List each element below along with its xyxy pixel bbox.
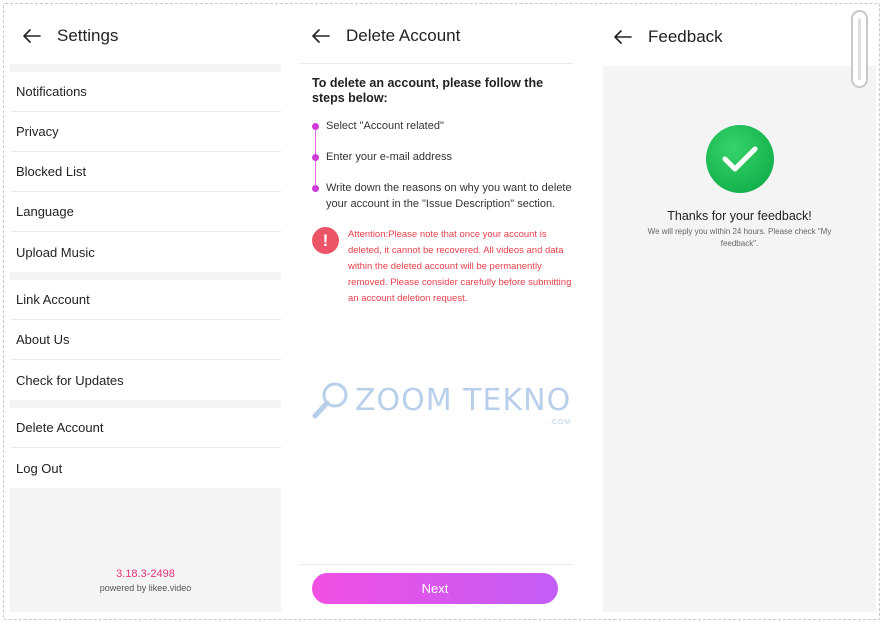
section-gap <box>10 400 281 408</box>
step-item: Write down the reasons on why you want t… <box>312 180 574 212</box>
menu-item-delete-account[interactable]: Delete Account <box>10 408 281 448</box>
delete-account-header: Delete Account <box>299 8 574 64</box>
magnifier-icon <box>312 382 348 419</box>
back-arrow-icon <box>614 30 632 44</box>
back-button[interactable] <box>16 20 48 52</box>
step-bullet <box>312 154 319 161</box>
instructions-heading: To delete an account, please follow the … <box>312 76 544 105</box>
page-title: Settings <box>57 26 119 45</box>
section-gap <box>10 272 281 280</box>
page-title: Feedback <box>648 27 723 46</box>
step-text: Write down the reasons on why you want t… <box>326 182 572 210</box>
powered-by-text: powered by likee.video <box>99 583 192 593</box>
attention-text: Attention:Please note that once your acc… <box>348 229 572 304</box>
menu-group: Notifications Privacy Blocked List Language… <box>10 72 281 272</box>
steps-list: Select "Account related" Enter your e-mai… <box>312 118 574 212</box>
feedback-screen: Feedback Thanks for your feedback! We wi… <box>603 8 876 612</box>
app-version: 3.18.3-2498 <box>116 568 175 580</box>
page-title: Delete Account <box>346 25 461 45</box>
divider <box>299 564 574 565</box>
section-gap <box>10 64 281 72</box>
back-button[interactable] <box>607 21 639 53</box>
attention-notice: ! Attention:Please note that once your a… <box>312 227 574 307</box>
step-bullet <box>312 123 319 130</box>
warning-icon: ! <box>312 227 339 254</box>
thanks-message: Thanks for your feedback! <box>667 209 812 223</box>
menu-group: Delete Account Log Out <box>10 408 281 488</box>
back-arrow-icon <box>312 28 330 43</box>
feedback-header: Feedback <box>603 8 876 66</box>
menu-item-log-out[interactable]: Log Out <box>10 448 281 488</box>
step-item: Enter your e-mail address <box>312 149 574 165</box>
menu-item-upload-music[interactable]: Upload Music <box>10 232 281 272</box>
watermark-suffix: .COM <box>548 419 572 426</box>
menu-group: Link Account About Us Check for Updates <box>10 280 281 400</box>
settings-header: Settings <box>10 8 281 64</box>
next-button[interactable]: Next <box>312 573 558 604</box>
menu-item-privacy[interactable]: Privacy <box>10 112 281 152</box>
menu-item-about-us[interactable]: About Us <box>10 320 281 360</box>
back-button[interactable] <box>305 20 337 52</box>
menu-item-link-account[interactable]: Link Account <box>10 280 281 320</box>
watermark-text: ZOOM TEKNO <box>355 382 572 418</box>
menu-item-check-for-updates[interactable]: Check for Updates <box>10 360 281 400</box>
back-arrow-icon <box>23 29 41 43</box>
menu-item-blocked-list[interactable]: Blocked List <box>10 152 281 192</box>
step-text: Enter your e-mail address <box>326 151 452 163</box>
step-bullet <box>312 185 319 192</box>
menu-item-language[interactable]: Language <box>10 192 281 232</box>
settings-screen: Settings Notifications Privacy Blocked Lis… <box>10 8 281 612</box>
settings-menu: Notifications Privacy Blocked List Language… <box>10 64 281 488</box>
watermark-logo: ZOOM TEKNO .COM <box>311 380 572 426</box>
menu-item-notifications[interactable]: Notifications <box>10 72 281 112</box>
scrollbar-thumb[interactable] <box>851 10 868 88</box>
reply-info: We will reply you within 24 hours. Pleas… <box>647 227 832 248</box>
step-text: Select "Account related" <box>326 120 444 132</box>
delete-account-screen: Delete Account To delete an account, ple… <box>299 8 586 612</box>
step-item: Select "Account related" <box>312 118 574 134</box>
success-checkmark-icon <box>706 125 774 193</box>
